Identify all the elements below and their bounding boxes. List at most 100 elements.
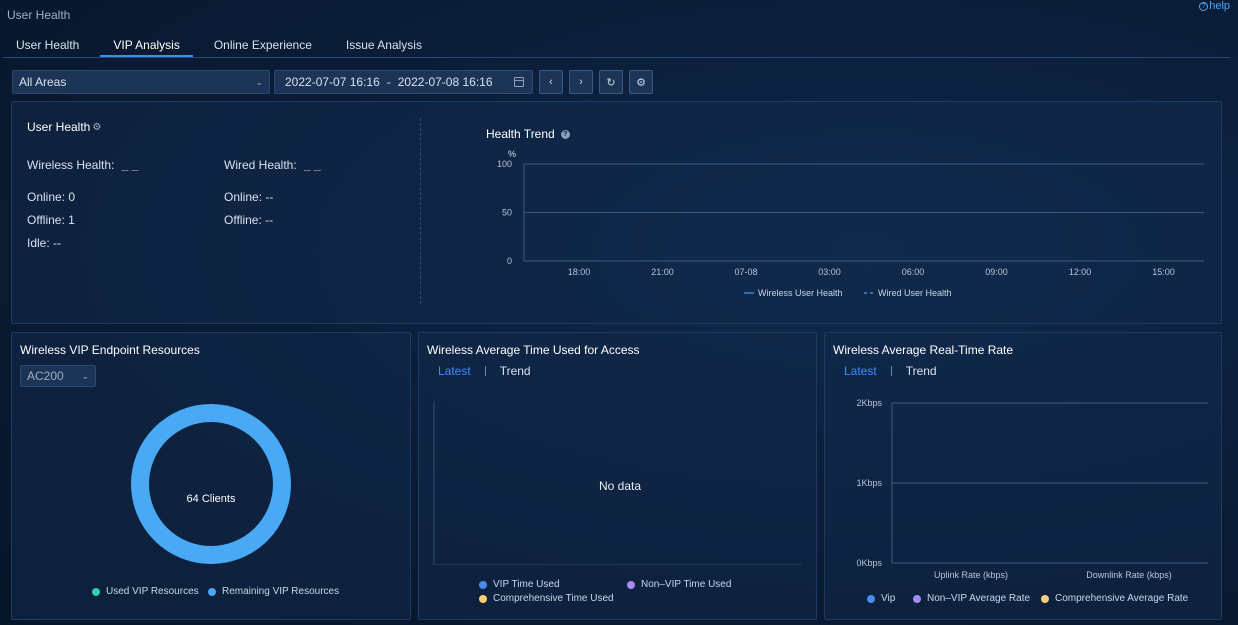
vip-resources-title: Wireless VIP Endpoint Resources: [20, 343, 200, 357]
wireless-online: Online: 0: [27, 190, 76, 204]
help-label: help: [1209, 0, 1230, 12]
legend-remaining: Remaining VIP Resources: [208, 586, 339, 597]
area-select[interactable]: All Areas ⌄: [12, 70, 270, 94]
prev-button[interactable]: ‹: [539, 70, 563, 94]
legend-comprehensive-rate: Comprehensive Average Rate: [1041, 593, 1188, 604]
wired-online: Online: --: [224, 190, 274, 204]
settings-button[interactable]: ⚙: [629, 70, 653, 94]
legend-dot: [627, 580, 635, 589]
x-tick-label: 12:00: [1069, 267, 1092, 277]
page-title: User Health: [7, 8, 71, 22]
subtab-separator: [484, 366, 486, 376]
tab-online-experience[interactable]: Online Experience: [201, 30, 325, 57]
help-link[interactable]: ? help: [1199, 0, 1230, 12]
wireless-health-value: _ _: [121, 158, 139, 172]
wireless-health: Wireless Health: _ _: [27, 158, 138, 172]
x-tick-label: Downlink Rate (kbps): [1086, 570, 1172, 580]
avg-time-panel: Wireless Average Time Used for Access La…: [418, 332, 817, 620]
refresh-icon: ↻: [606, 76, 616, 89]
legend-vip-time: VIP Time Used: [479, 579, 560, 590]
legend-series-label: Wireless User Health: [758, 288, 843, 298]
y-tick-label: 0Kbps: [856, 558, 882, 568]
legend-remaining-label: Remaining VIP Resources: [222, 586, 340, 597]
legend-dot: [479, 580, 487, 589]
y-unit-label: %: [508, 149, 516, 159]
wireless-health-label: Wireless Health:: [27, 158, 115, 172]
wireless-idle: Idle: --: [27, 236, 62, 250]
vip-resources-panel: Wireless VIP Endpoint Resources AC200 ⌄ …: [11, 332, 411, 620]
date-end: 2022-07-08 16:16: [397, 75, 493, 89]
gear-icon[interactable]: ⚙: [92, 122, 101, 133]
toolbar: All Areas ⌄ 2022-07-07 16:16 - 2022-07-0…: [12, 70, 653, 94]
tab-issue-analysis[interactable]: Issue Analysis: [333, 30, 435, 57]
legend-dot: [867, 594, 875, 603]
legend-used: Used VIP Resources: [92, 586, 199, 597]
device-select-value: AC200: [27, 369, 64, 383]
y-tick-label: 1Kbps: [856, 478, 882, 488]
legend-used-label: Used VIP Resources: [106, 586, 199, 597]
avg-rate-title: Wireless Average Real-Time Rate: [833, 343, 1014, 357]
calendar-icon: [514, 77, 524, 87]
avg-rate-panel: Wireless Average Real-Time Rate Latest T…: [824, 332, 1222, 620]
chevron-down-icon: ⌄: [255, 76, 263, 87]
legend-dot: [208, 587, 216, 596]
main-tabs: User Health VIP Analysis Online Experien…: [3, 30, 1230, 58]
legend-series-label: Wired User Health: [878, 288, 952, 298]
wired-health-value: _ _: [304, 158, 321, 172]
no-data-label: No data: [599, 479, 642, 493]
x-tick-label: 06:00: [902, 267, 925, 277]
chevron-down-icon: ⌄: [81, 370, 89, 381]
x-tick-label: 21:00: [651, 267, 674, 277]
legend-comprehensive-time-label: Comprehensive Time Used: [493, 593, 614, 604]
wired-health-label: Wired Health:: [224, 158, 297, 172]
legend-dot: [92, 587, 100, 596]
x-tick-label: 18:00: [568, 267, 591, 277]
help-icon: ?: [1199, 1, 1209, 11]
device-select[interactable]: AC200 ⌄: [20, 365, 96, 387]
health-trend-title: Health Trend: [486, 127, 555, 141]
subtab-latest[interactable]: Latest: [844, 364, 877, 378]
chevron-right-icon: ›: [579, 76, 583, 88]
legend-vip-rate-label: Vip: [881, 593, 896, 604]
tab-user-health[interactable]: User Health: [3, 30, 92, 57]
date-range-picker[interactable]: 2022-07-07 16:16 - 2022-07-08 16:16: [274, 70, 533, 94]
legend-nonvip-time: Non–VIP Time Used: [627, 579, 731, 590]
y-tick-label: 0: [507, 256, 512, 266]
legend-dot: [1041, 594, 1049, 603]
x-tick-label: 07-08: [734, 267, 757, 277]
legend-nonvip-rate-label: Non–VIP Average Rate: [927, 593, 1031, 604]
tab-vip-analysis[interactable]: VIP Analysis: [100, 30, 193, 57]
y-tick-label: 100: [497, 159, 512, 169]
subtab-latest[interactable]: Latest: [438, 364, 471, 378]
x-tick-label: 03:00: [818, 267, 841, 277]
next-button[interactable]: ›: [569, 70, 593, 94]
divider: [420, 118, 421, 304]
health-trend-header: Health Trend ?: [486, 127, 570, 141]
vip-donut-chart: 64 Clients: [131, 404, 291, 564]
y-tick-label: 2Kbps: [856, 398, 882, 408]
subtab-separator: [890, 366, 892, 376]
subtab-trend[interactable]: Trend: [906, 364, 937, 378]
avg-rate-chart: 2Kbps 1Kbps 0Kbps Uplink Rate (kbps) Downli…: [856, 398, 1208, 580]
legend-nonvip-time-label: Non–VIP Time Used: [641, 579, 732, 590]
y-tick-label: 50: [502, 208, 512, 218]
date-start: 2022-07-07 16:16: [285, 75, 380, 89]
legend-vip-time-label: VIP Time Used: [493, 579, 560, 590]
user-health-panel: User Health ⚙ Wireless Health: _ _ Wired…: [11, 101, 1222, 324]
avg-time-title: Wireless Average Time Used for Access: [427, 343, 640, 357]
legend-comprehensive-rate-label: Comprehensive Average Rate: [1055, 593, 1189, 604]
donut-slice[interactable]: [131, 404, 291, 564]
legend-dot: [479, 594, 487, 603]
wired-offline: Offline: --: [224, 213, 274, 227]
user-health-header: User Health ⚙: [27, 120, 101, 134]
legend-comprehensive-time: Comprehensive Time Used: [479, 593, 614, 604]
subtab-trend[interactable]: Trend: [500, 364, 531, 378]
question-icon[interactable]: ?: [560, 129, 570, 139]
refresh-button[interactable]: ↻: [599, 70, 623, 94]
health-trend-chart: % 100 50 0 18:00 21:00 07-08 03:00 06:00 09:00 1…: [497, 149, 1204, 298]
avg-rate-subtabs: Latest Trend: [844, 364, 937, 378]
donut-center-label: 64 Clients: [187, 493, 236, 505]
legend-vip-rate: Vip: [867, 593, 895, 604]
legend-nonvip-rate: Non–VIP Average Rate: [913, 593, 1030, 604]
gear-icon: ⚙: [636, 76, 646, 89]
